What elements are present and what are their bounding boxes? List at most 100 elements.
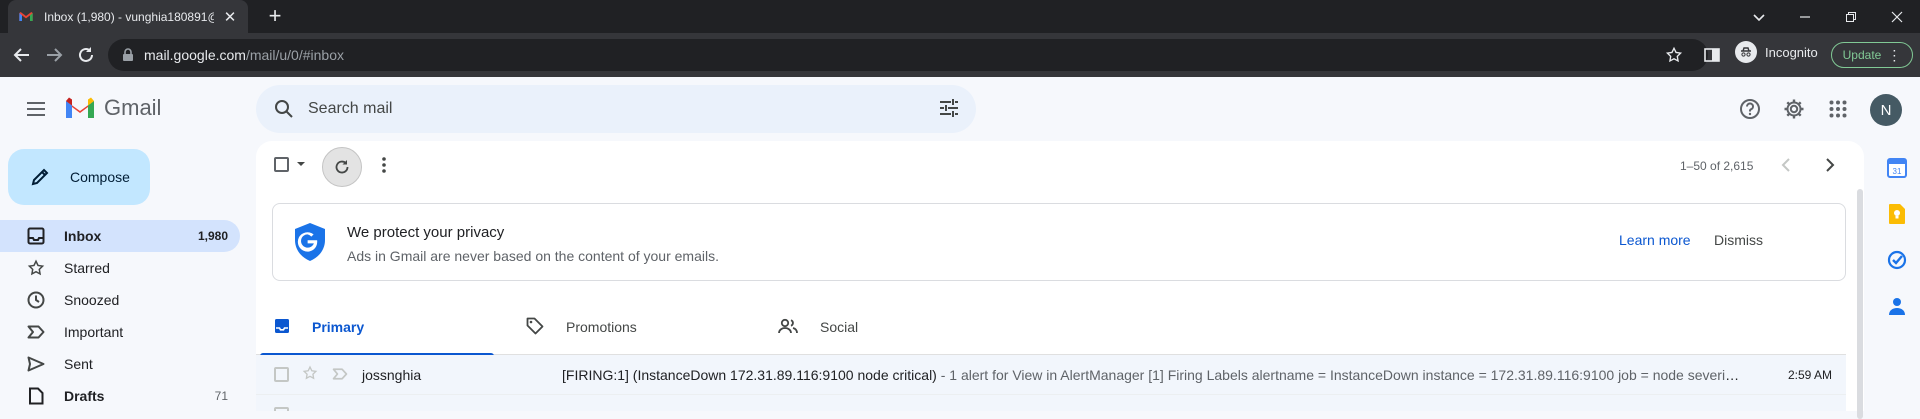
apps-grid-icon[interactable] [1822, 93, 1854, 125]
sidebar-item-drafts[interactable]: Drafts 71 [0, 380, 240, 412]
draft-count: 71 [214, 389, 228, 403]
update-button[interactable]: Update ⋮ [1831, 42, 1913, 68]
email-subject: [FIRING:1] (InstanceDown 172.31.89.116:9… [562, 366, 937, 383]
important-icon [26, 322, 46, 342]
browser-toolbar: mail.google.com/mail/u/0/#inbox Incognit… [0, 33, 1920, 77]
email-sender: jossnghia [362, 366, 422, 383]
privacy-title: We protect your privacy [347, 224, 505, 241]
inbox-icon [26, 226, 46, 246]
sidebar-item-sent[interactable]: Sent [0, 348, 240, 380]
help-icon[interactable] [1734, 93, 1766, 125]
important-marker-icon[interactable] [332, 367, 348, 383]
settings-gear-icon[interactable] [1778, 93, 1810, 125]
email-snippet: - 1 alert for View in AlertManager [1] F… [936, 366, 1742, 383]
gmail-favicon-icon [19, 11, 33, 21]
dismiss-button[interactable]: Dismiss [1714, 232, 1763, 248]
email-row[interactable] [256, 395, 1846, 411]
unread-count: 1,980 [197, 229, 228, 243]
search-input[interactable] [308, 100, 908, 118]
privacy-text: Ads in Gmail are never based on the cont… [347, 248, 719, 264]
incognito-indicator[interactable]: Incognito [1735, 41, 1818, 63]
tab-label: Primary [312, 319, 365, 335]
refresh-icon [335, 160, 349, 174]
side-apps-panel: 31 [1870, 141, 1920, 411]
more-vert-icon: ⋮ [1887, 46, 1902, 63]
sidebar-item-important[interactable]: Important [0, 316, 240, 348]
sidebar-item-snoozed[interactable]: Snoozed [0, 284, 240, 316]
keep-icon[interactable] [1886, 203, 1908, 225]
pagination-text: 1–50 of 2,615 [1680, 159, 1754, 173]
main-menu-icon[interactable] [20, 93, 52, 125]
lock-icon [123, 48, 133, 61]
sidebar-item-starred[interactable]: Starred [0, 252, 240, 284]
contacts-icon[interactable] [1886, 295, 1908, 317]
restore-icon[interactable] [1828, 0, 1874, 33]
account-avatar[interactable]: N [1870, 94, 1902, 126]
inbox-tab-icon [274, 318, 290, 337]
search-options-icon[interactable] [938, 97, 960, 124]
tab-search-chevron-icon[interactable] [1736, 0, 1782, 33]
back-icon[interactable] [8, 41, 36, 69]
refresh-button[interactable] [322, 147, 362, 187]
clock-icon [26, 290, 46, 310]
mail-list-panel: 1–50 of 2,615 We protect your privacy Ad… [256, 141, 1864, 411]
update-label: Update [1842, 48, 1882, 62]
google-shield-icon [295, 223, 325, 261]
tab-label: Promotions [566, 319, 637, 335]
select-dropdown-icon[interactable] [296, 157, 306, 176]
row-checkbox[interactable] [274, 407, 289, 411]
calendar-icon[interactable]: 31 [1886, 157, 1908, 179]
tag-icon [526, 317, 544, 338]
gmail-header: Gmail N [0, 77, 1920, 141]
compose-button[interactable]: Compose [8, 149, 150, 205]
sidebar-item-label: Snoozed [64, 292, 120, 308]
sidebar-item-label: Sent [64, 356, 93, 372]
mail-toolbar: 1–50 of 2,615 [256, 141, 1864, 189]
star-toggle-icon[interactable] [302, 365, 318, 384]
newer-page-icon[interactable] [1774, 153, 1798, 177]
new-tab-icon[interactable]: + [262, 4, 288, 30]
forward-icon[interactable] [40, 41, 68, 69]
people-icon [778, 318, 798, 337]
tab-social[interactable]: Social [760, 299, 1002, 355]
svg-text:31: 31 [1893, 167, 1902, 176]
url-host: mail.google.com [144, 47, 246, 63]
app-name: Gmail [104, 95, 162, 120]
search-icon[interactable] [268, 93, 300, 125]
privacy-banner: We protect your privacy Ads in Gmail are… [272, 203, 1846, 281]
sidebar-item-label: Important [64, 324, 124, 340]
sidebar-nav: Inbox 1,980 Starred Snoozed Important Se… [0, 220, 240, 412]
bookmark-star-icon[interactable] [1660, 41, 1688, 69]
email-preview: [FIRING:1] (InstanceDown 172.31.89.116:9… [562, 367, 1742, 383]
mail-list-scrollbar[interactable] [1857, 189, 1863, 419]
browser-tab[interactable]: Inbox (1,980) - vunghia180891@ ✕ [8, 0, 248, 33]
tab-title: Inbox (1,980) - vunghia180891@ [44, 9, 214, 24]
star-icon [26, 258, 46, 278]
side-panel-icon[interactable] [1698, 41, 1726, 69]
close-window-icon[interactable] [1874, 0, 1920, 33]
more-actions-icon[interactable] [372, 153, 396, 177]
incognito-label: Incognito [1765, 44, 1818, 60]
address-bar[interactable]: mail.google.com/mail/u/0/#inbox [108, 39, 1708, 71]
tab-primary[interactable]: Primary [256, 299, 498, 356]
draft-icon [26, 386, 46, 406]
search-bar[interactable] [256, 85, 976, 133]
older-page-icon[interactable] [1818, 153, 1842, 177]
email-row[interactable]: jossnghia [FIRING:1] (InstanceDown 172.3… [256, 355, 1846, 395]
compose-label: Compose [70, 169, 130, 185]
reload-icon[interactable] [72, 41, 100, 69]
select-all-checkbox[interactable] [274, 157, 289, 172]
row-checkbox[interactable] [274, 367, 289, 382]
sidebar-item-label: Drafts [64, 388, 105, 404]
tasks-icon[interactable] [1886, 249, 1908, 271]
url-path: /mail/u/0/#inbox [245, 47, 344, 63]
tab-promotions[interactable]: Promotions [508, 299, 750, 355]
sidebar-item-inbox[interactable]: Inbox 1,980 [0, 220, 240, 252]
url-text: mail.google.com/mail/u/0/#inbox [144, 47, 344, 63]
sidebar-item-label: Starred [64, 260, 110, 276]
learn-more-link[interactable]: Learn more [1619, 232, 1691, 248]
email-time: 2:59 AM [1787, 367, 1832, 382]
minimize-icon[interactable] [1782, 0, 1828, 33]
gmail-logo[interactable]: Gmail [64, 95, 161, 121]
tab-close-icon[interactable]: ✕ [222, 8, 238, 26]
